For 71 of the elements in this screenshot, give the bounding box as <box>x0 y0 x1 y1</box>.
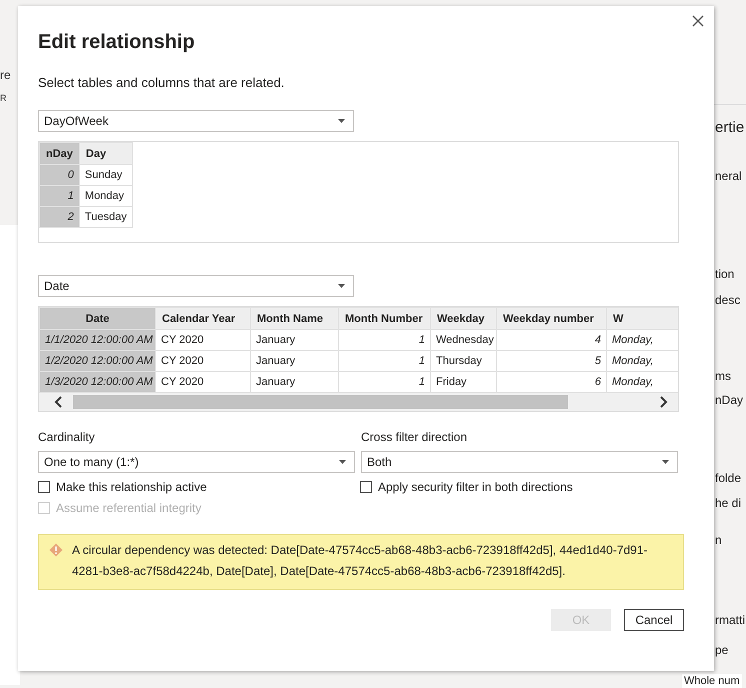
column-header[interactable]: Calendar Year <box>156 308 250 330</box>
table-cell: January <box>250 330 338 350</box>
column-header[interactable]: W <box>606 308 678 330</box>
pane-text: n <box>715 533 722 547</box>
table-cell: 1 <box>40 186 80 206</box>
scrollbar-thumb[interactable] <box>73 395 568 409</box>
caret-icon <box>338 284 345 288</box>
table-cell: 2 <box>40 206 80 228</box>
pane-text: nDay <box>715 393 744 407</box>
column-header[interactable]: Month Number <box>338 308 430 330</box>
background-text: R <box>0 93 6 103</box>
pane-text: ms <box>715 369 731 383</box>
cross-filter-dropdown[interactable]: Both <box>361 451 678 473</box>
pane-text: Whole num <box>682 674 742 688</box>
caret-icon <box>339 460 346 464</box>
warning-icon <box>49 543 63 557</box>
table-cell: Thursday <box>430 350 496 372</box>
table-cell: Friday <box>430 372 496 392</box>
table-cell: January <box>250 350 338 372</box>
column-header[interactable]: Month Name <box>250 308 338 330</box>
table-cell: 4 <box>496 330 606 350</box>
table-cell: Sunday <box>79 164 132 186</box>
table-cell: 5 <box>496 350 606 372</box>
dialog-subtitle: Select tables and columns that are related. <box>38 75 286 90</box>
table-cell: CY 2020 <box>156 330 250 350</box>
table-cell: 1 <box>338 330 430 350</box>
background-text: re <box>0 68 11 82</box>
checkbox[interactable] <box>360 481 372 493</box>
table-cell: Wednesday <box>430 330 496 350</box>
caret-icon <box>662 460 669 464</box>
pane-text: ertie <box>715 119 744 136</box>
table-cell: 1/2/2020 12:00:00 AM <box>40 350 156 372</box>
scroll-left-icon[interactable] <box>54 396 62 408</box>
pane-text: tion <box>715 267 734 281</box>
cardinality-dropdown[interactable]: One to many (1:*) <box>38 451 355 473</box>
field-label: Cross filter direction <box>361 430 468 444</box>
checkbox-label: Apply security filter in both directions <box>378 480 573 494</box>
table-dropdown[interactable]: DayOfWeek <box>38 110 354 132</box>
checkbox[interactable] <box>38 481 50 493</box>
warning-message: A circular dependency was detected: Date[Date-47574cc5-ab68-48b3-acb6-723918ff42d5], 44ed1d40-7d91-4281-b3e8-ac7f58d4224b, Date[Date], Date[Date-47574cc5-ab68-48b3-acb6-723918ff42d5]. <box>72 542 649 580</box>
table-cell: CY 2020 <box>156 350 250 372</box>
pane-text: pe <box>715 643 728 657</box>
checkbox-label: Make this relationship active <box>56 480 207 494</box>
column-header[interactable]: Weekday <box>430 308 496 330</box>
caret-icon <box>338 119 345 123</box>
column-header[interactable]: Day <box>79 142 132 164</box>
table-cell: 6 <box>496 372 606 392</box>
checkbox-label: Assume referential integrity <box>56 501 202 515</box>
column-header[interactable]: Weekday number <box>496 308 606 330</box>
dialog-button[interactable]: Cancel <box>624 609 684 631</box>
table-cell: CY 2020 <box>156 372 250 392</box>
table-cell: 0 <box>40 164 80 186</box>
table-cell: Monday <box>79 186 132 206</box>
table-cell: Tuesday <box>79 206 132 228</box>
pane-text: rmatti <box>715 613 745 627</box>
pane-text: neral <box>715 169 742 183</box>
table-cell: 1 <box>338 350 430 372</box>
scroll-right-icon[interactable] <box>660 396 668 408</box>
table-cell: 1 <box>338 372 430 392</box>
column-header[interactable]: Date <box>40 308 156 330</box>
pane-text: folde <box>715 471 742 485</box>
close-icon[interactable] <box>692 15 704 27</box>
table-cell: 1/3/2020 12:00:00 AM <box>40 372 156 392</box>
pane-text: he di <box>715 496 742 510</box>
column-header[interactable]: nDay <box>40 142 80 164</box>
table-cell: January <box>250 372 338 392</box>
dialog-title: Edit relationship <box>38 31 196 54</box>
pane-text: desc <box>715 293 740 307</box>
field-label: Cardinality <box>38 430 96 444</box>
table-cell: 1/1/2020 12:00:00 AM <box>40 330 156 350</box>
table-dropdown[interactable]: Date <box>38 275 354 297</box>
